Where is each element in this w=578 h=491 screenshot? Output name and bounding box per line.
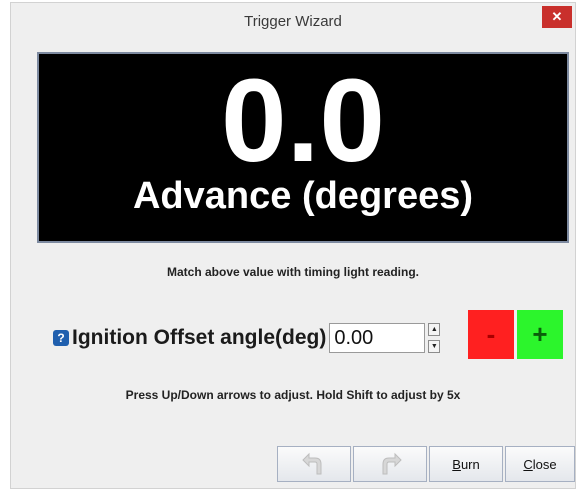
window-title: Trigger Wizard <box>244 13 342 30</box>
advance-value: 0.0 <box>220 55 386 187</box>
window-close-button[interactable]: ✕ <box>542 6 572 28</box>
close-button[interactable]: Close <box>505 446 575 482</box>
offset-angle-input[interactable] <box>329 323 426 353</box>
burn-label: urn <box>460 456 480 472</box>
title-bar[interactable]: Trigger Wizard ✕ <box>11 3 575 39</box>
adjust-instruction: Press Up/Down arrows to adjust. Hold Shi… <box>125 388 461 402</box>
trigger-wizard-window: Trigger Wizard ✕ 0.0 Advance (degrees) M… <box>10 2 576 489</box>
spin-down-button[interactable]: ▼ <box>428 340 441 353</box>
redo-icon <box>382 452 402 475</box>
close-label: lose <box>532 456 557 472</box>
advance-label: Advance (degrees) <box>132 175 473 217</box>
close-icon: ✕ <box>551 9 563 24</box>
burn-mnemonic: B <box>452 456 461 472</box>
burn-button[interactable]: Burn <box>429 446 503 482</box>
undo-button[interactable] <box>277 446 351 482</box>
help-icon[interactable]: ? <box>53 330 69 346</box>
offset-row: ? Ignition Offset angle(deg) ▲ ▼ <box>53 318 441 358</box>
offset-spinner: ▲ ▼ <box>428 323 441 353</box>
advance-display: 0.0 Advance (degrees) <box>37 52 569 243</box>
close-mnemonic: C <box>523 456 533 472</box>
undo-icon <box>302 452 322 475</box>
offset-angle-label: Ignition Offset angle(deg) <box>72 326 327 349</box>
match-instruction: Match above value with timing light read… <box>166 265 420 279</box>
decrease-button[interactable]: - <box>468 310 514 359</box>
spin-up-button[interactable]: ▲ <box>428 323 441 336</box>
redo-button[interactable] <box>353 446 427 482</box>
increase-button[interactable]: + <box>517 310 563 359</box>
